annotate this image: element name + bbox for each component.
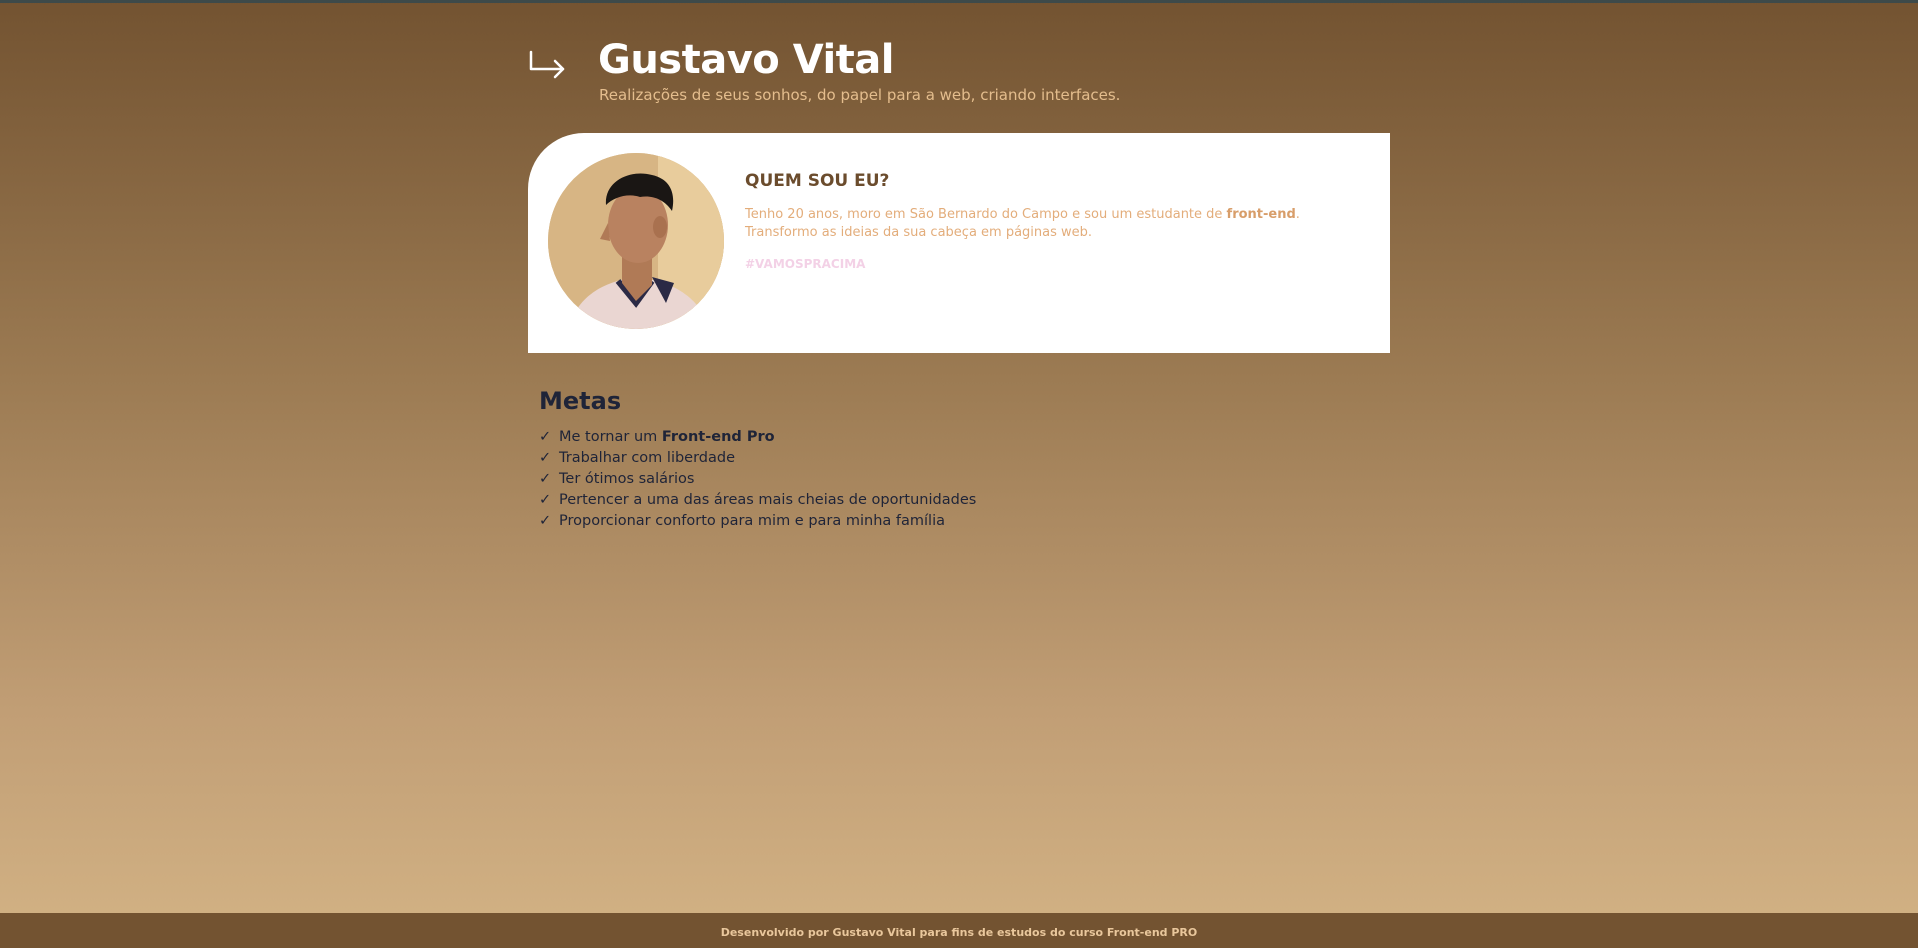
goals-list: ✓ Me tornar um Front-end Pro ✓ Trabalhar c… bbox=[539, 427, 1239, 532]
check-icon: ✓ bbox=[539, 450, 552, 466]
goal-item: ✓ Ter ótimos salários bbox=[539, 469, 1239, 490]
check-icon: ✓ bbox=[539, 429, 552, 445]
goal-text: Ter ótimos salários bbox=[559, 471, 695, 487]
goal-item: ✓ Proporcionar conforto para mim e para m… bbox=[539, 511, 1239, 532]
goal-text: Pertencer a uma das áreas mais cheias de… bbox=[559, 492, 977, 508]
check-icon: ✓ bbox=[539, 492, 552, 508]
about-heading: QUEM SOU EU? bbox=[745, 171, 890, 191]
page-header: Gustavo Vital Realizações de seus sonhos… bbox=[528, 37, 1390, 117]
page-subtitle: Realizações de seus sonhos, do papel par… bbox=[599, 86, 1121, 104]
about-text-part1: Tenho 20 anos, moro em São Bernardo do C… bbox=[745, 207, 1227, 222]
about-card: QUEM SOU EU? Tenho 20 anos, moro em São … bbox=[528, 133, 1390, 353]
goal-bold: Front-end Pro bbox=[661, 429, 775, 445]
goal-text: Me tornar um bbox=[559, 429, 662, 445]
page-title: Gustavo Vital bbox=[598, 37, 895, 83]
about-text: Tenho 20 anos, moro em São Bernardo do C… bbox=[745, 206, 1355, 242]
goal-text: Trabalhar com liberdade bbox=[559, 450, 736, 466]
arrow-down-right-icon bbox=[528, 49, 568, 83]
goals-section: Metas ✓ Me tornar um Front-end Pro ✓ Traba… bbox=[539, 387, 1239, 532]
footer-text: Desenvolvido por Gustavo Vital para fins… bbox=[720, 925, 1198, 939]
goal-text: Proporcionar conforto para mim e para mi… bbox=[559, 513, 945, 529]
avatar bbox=[548, 153, 724, 329]
goal-item: ✓ Pertencer a uma das áreas mais cheias d… bbox=[539, 490, 1239, 511]
about-text-bold: front-end bbox=[1226, 207, 1296, 222]
goal-item: ✓ Trabalhar com liberdade bbox=[539, 448, 1239, 469]
hashtag: #VAMOSPRACIMA bbox=[745, 257, 866, 271]
page-footer: Desenvolvido por Gustavo Vital para fins… bbox=[0, 913, 1918, 948]
goals-title: Metas bbox=[539, 387, 622, 415]
check-icon: ✓ bbox=[539, 471, 552, 487]
check-icon: ✓ bbox=[539, 513, 552, 529]
goal-item: ✓ Me tornar um Front-end Pro bbox=[539, 427, 1239, 448]
